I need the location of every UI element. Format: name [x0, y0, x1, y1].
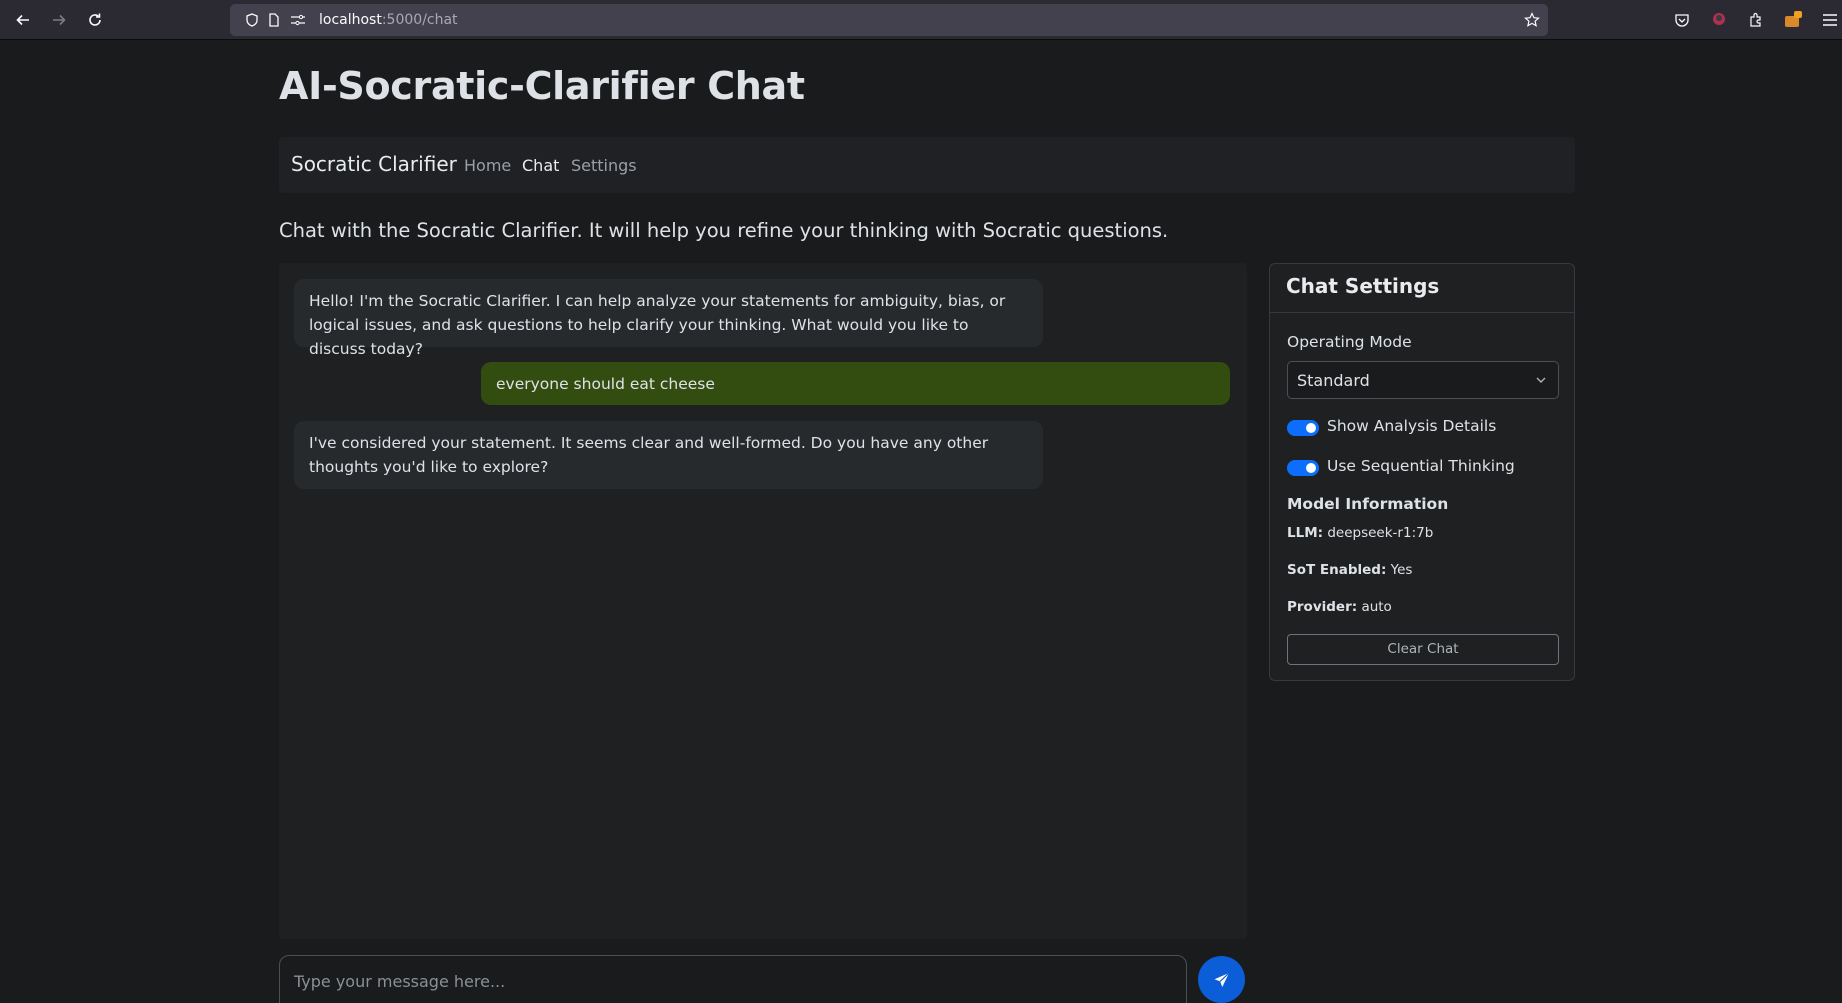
arrow-left-icon	[16, 14, 29, 26]
nav-link-chat[interactable]: Chat	[522, 156, 559, 175]
shield-icon[interactable]	[244, 12, 260, 28]
chat-messages-panel[interactable]: Hello! I'm the Socratic Clarifier. I can…	[279, 263, 1247, 939]
info-value: Yes	[1390, 562, 1413, 578]
addon-notification-icon[interactable]	[1783, 10, 1803, 30]
clear-chat-button[interactable]: Clear Chat	[1287, 634, 1559, 665]
model-info-sot: SoT Enabled: Yes	[1287, 562, 1412, 578]
nav-link-settings[interactable]: Settings	[571, 156, 637, 175]
show-analysis-details-label[interactable]: Show Analysis Details	[1327, 417, 1496, 435]
intro-text: Chat with the Socratic Clarifier. It wil…	[279, 219, 1169, 242]
message-input-container	[279, 955, 1187, 1003]
user-message: everyone should eat cheese	[481, 362, 1230, 405]
info-key: LLM:	[1287, 525, 1324, 541]
bookmark-star-icon[interactable]	[1524, 12, 1540, 28]
chat-settings-card: Chat Settings Operating Mode Standard Sh…	[1269, 263, 1575, 681]
browser-toolbar: localhost:5000/chat	[0, 0, 1842, 40]
info-key: Provider:	[1287, 599, 1358, 615]
nav-link-home[interactable]: Home	[464, 156, 511, 175]
model-information-heading: Model Information	[1287, 495, 1449, 513]
navbar-brand[interactable]: Socratic Clarifier	[291, 152, 457, 176]
url-path: :5000/chat	[381, 12, 458, 28]
forward-button[interactable]	[47, 8, 71, 32]
reload-icon	[89, 13, 101, 26]
account-icon[interactable]	[1709, 10, 1729, 30]
bot-message: Hello! I'm the Socratic Clarifier. I can…	[294, 279, 1043, 358]
navbar: Socratic Clarifier Home Chat Settings	[279, 137, 1575, 193]
info-value: auto	[1361, 599, 1392, 615]
sequential-thinking-label[interactable]: Use Sequential Thinking	[1327, 457, 1515, 475]
extensions-icon[interactable]	[1746, 10, 1766, 30]
card-header: Chat Settings	[1270, 264, 1574, 313]
back-button[interactable]	[11, 8, 35, 32]
arrow-right-icon	[53, 14, 66, 26]
paper-plane-icon	[1214, 972, 1229, 987]
chevron-down-icon	[1536, 377, 1546, 383]
info-value: deepseek-r1:7b	[1327, 525, 1434, 541]
operating-mode-value: Standard	[1297, 371, 1370, 390]
sequential-thinking-toggle[interactable]	[1287, 460, 1319, 476]
show-analysis-details-toggle[interactable]	[1287, 420, 1319, 436]
url-host: localhost	[319, 12, 382, 28]
url-text[interactable]: localhost:5000/chat	[319, 12, 458, 28]
page-title: AI-Socratic-Clarifier Chat	[279, 64, 805, 108]
message-input[interactable]	[294, 969, 1154, 993]
permissions-icon[interactable]	[290, 12, 306, 28]
url-bar[interactable]: localhost:5000/chat	[230, 4, 1548, 36]
page-icon	[266, 12, 282, 28]
reload-button[interactable]	[83, 8, 107, 32]
bot-message: I've considered your statement. It seems…	[294, 421, 1043, 489]
operating-mode-select[interactable]: Standard	[1287, 361, 1559, 399]
operating-mode-label: Operating Mode	[1287, 333, 1412, 351]
pocket-icon[interactable]	[1672, 10, 1692, 30]
model-info-provider: Provider: auto	[1287, 599, 1392, 615]
menu-icon[interactable]	[1820, 10, 1840, 30]
info-key: SoT Enabled:	[1287, 562, 1387, 578]
send-button[interactable]	[1198, 956, 1245, 1003]
model-info-llm: LLM: deepseek-r1:7b	[1287, 525, 1433, 541]
card-title: Chat Settings	[1286, 274, 1440, 298]
